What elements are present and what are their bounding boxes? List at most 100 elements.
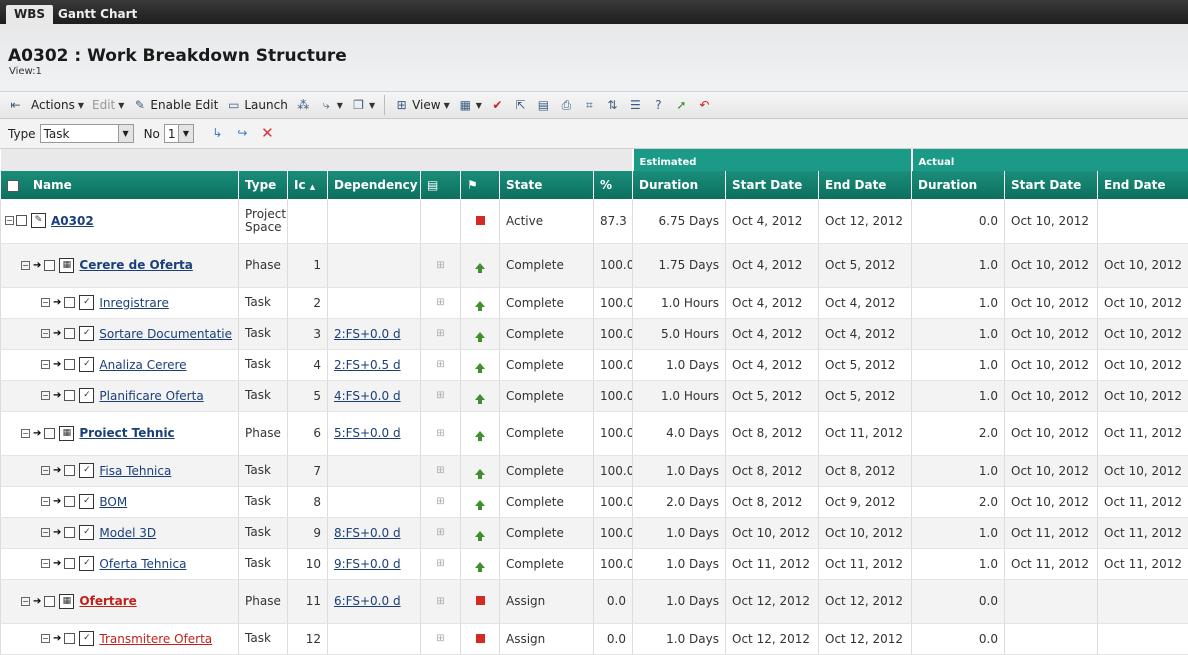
row-checkbox[interactable] bbox=[44, 596, 55, 607]
type-select[interactable]: Task▼ bbox=[40, 124, 134, 143]
document-icon[interactable]: ⊞ bbox=[436, 596, 444, 607]
row-dependency-link[interactable]: 9:FS+0.0 d bbox=[334, 557, 401, 571]
collapse-icon[interactable]: − bbox=[41, 634, 50, 643]
row-name-link[interactable]: A0302 bbox=[51, 214, 94, 228]
table-row[interactable]: −➔✓Fisa TehnicaTask7⊞Complete100.01.0 Da… bbox=[1, 455, 1188, 486]
table-row[interactable]: −➔✓Model 3DTask98:FS+0.0 d⊞Complete100.0… bbox=[1, 517, 1188, 548]
link-button[interactable]: ⤷▼ bbox=[317, 94, 345, 116]
no-select[interactable]: 1▼ bbox=[164, 124, 194, 143]
table-button[interactable]: ▦▼ bbox=[456, 94, 484, 116]
collapse-icon[interactable]: − bbox=[21, 597, 30, 606]
table-row[interactable]: −➔✓Planificare OfertaTask54:FS+0.0 d⊞Com… bbox=[1, 380, 1188, 411]
col-type[interactable]: Type bbox=[239, 171, 288, 199]
collapse-icon[interactable]: − bbox=[41, 329, 50, 338]
collapse-icon[interactable]: − bbox=[41, 360, 50, 369]
list-button[interactable]: ☰ bbox=[626, 94, 645, 116]
check-button[interactable]: ✔ bbox=[488, 94, 507, 116]
row-checkbox[interactable] bbox=[64, 496, 75, 507]
table-row[interactable]: −➔✓Analiza CerereTask42:FS+0.5 d⊞Complet… bbox=[1, 349, 1188, 380]
insert-icon[interactable]: ↪ bbox=[235, 126, 250, 141]
document-icon[interactable]: ⊞ bbox=[436, 527, 444, 538]
row-name-link[interactable]: Transmitere Oferta bbox=[99, 632, 212, 646]
document-icon[interactable]: ⊞ bbox=[436, 359, 444, 370]
row-dependency-link[interactable]: 2:FS+0.0 d bbox=[334, 327, 401, 341]
view-menu[interactable]: ⊞View▼ bbox=[392, 94, 452, 116]
table-row[interactable]: −➔▦OfertarePhase116:FS+0.0 d⊞Assign0.01.… bbox=[1, 579, 1188, 623]
row-name-link[interactable]: Oferta Tehnica bbox=[99, 557, 186, 571]
help-button[interactable]: ? bbox=[649, 94, 668, 116]
print-button[interactable]: ⎙ bbox=[557, 94, 576, 116]
launch-button[interactable]: ▭Launch bbox=[224, 94, 289, 116]
edit-menu[interactable]: Edit▼ bbox=[90, 94, 126, 116]
collapse-icon[interactable]: − bbox=[41, 528, 50, 537]
forward-button[interactable]: ➚ bbox=[672, 94, 691, 116]
delete-icon[interactable]: ✕ bbox=[260, 126, 275, 141]
row-dependency-link[interactable]: 8:FS+0.0 d bbox=[334, 526, 401, 540]
row-checkbox[interactable] bbox=[64, 390, 75, 401]
table-row[interactable]: −➔✓Transmitere OfertaTask12⊞Assign0.01.0… bbox=[1, 623, 1188, 654]
row-checkbox[interactable] bbox=[44, 428, 55, 439]
tab-wbs[interactable]: WBS bbox=[6, 5, 53, 24]
collapse-icon[interactable]: − bbox=[21, 429, 30, 438]
url-button[interactable]: ⌗ bbox=[580, 94, 599, 116]
row-dependency-link[interactable]: 2:FS+0.5 d bbox=[334, 358, 401, 372]
table-row[interactable]: −➔✓Sortare DocumentatieTask32:FS+0.0 d⊞C… bbox=[1, 318, 1188, 349]
collapse-icon[interactable]: − bbox=[41, 298, 50, 307]
collapse-icon[interactable]: − bbox=[41, 559, 50, 568]
col-percent[interactable]: % bbox=[594, 171, 633, 199]
enable-edit-button[interactable]: ✎Enable Edit bbox=[130, 94, 220, 116]
row-checkbox[interactable] bbox=[64, 465, 75, 476]
col-est-end[interactable]: End Date bbox=[819, 171, 912, 199]
row-name-link[interactable]: Sortare Documentatie bbox=[99, 327, 232, 341]
row-name-link[interactable]: Planificare Oferta bbox=[99, 389, 203, 403]
copy-button[interactable]: ❐▼ bbox=[349, 94, 377, 116]
row-dependency-link[interactable]: 6:FS+0.0 d bbox=[334, 594, 401, 608]
collapse-icon[interactable]: − bbox=[21, 261, 30, 270]
document-icon[interactable]: ⊞ bbox=[436, 390, 444, 401]
document-icon[interactable]: ⊞ bbox=[436, 328, 444, 339]
row-name-link[interactable]: Analiza Cerere bbox=[99, 358, 186, 372]
undo-button[interactable]: ↶ bbox=[695, 94, 714, 116]
document-icon[interactable]: ⊞ bbox=[436, 633, 444, 644]
filter-button[interactable]: ▤ bbox=[534, 94, 553, 116]
table-row[interactable]: −➔✓InregistrareTask2⊞Complete100.01.0 Ho… bbox=[1, 287, 1188, 318]
col-document[interactable]: ▤ bbox=[421, 171, 461, 199]
document-icon[interactable]: ⊞ bbox=[436, 297, 444, 308]
row-checkbox[interactable] bbox=[64, 328, 75, 339]
document-icon[interactable]: ⊞ bbox=[436, 496, 444, 507]
row-name-link[interactable]: Fisa Tehnica bbox=[99, 464, 171, 478]
table-row[interactable]: −➔✓BOMTask8⊞Complete100.02.0 DaysOct 8, … bbox=[1, 486, 1188, 517]
row-checkbox[interactable] bbox=[16, 215, 27, 226]
document-icon[interactable]: ⊞ bbox=[436, 465, 444, 476]
row-name-link[interactable]: Model 3D bbox=[99, 526, 156, 540]
row-checkbox[interactable] bbox=[64, 359, 75, 370]
back-button[interactable]: ⇤ bbox=[6, 94, 25, 116]
col-name[interactable]: Name bbox=[1, 171, 239, 199]
col-act-duration[interactable]: Duration bbox=[912, 171, 1005, 199]
row-name-link[interactable]: Ofertare bbox=[79, 594, 136, 608]
insert-after-icon[interactable]: ↳ bbox=[210, 126, 225, 141]
table-row[interactable]: −➔▦Cerere de OfertaPhase1⊞Complete100.01… bbox=[1, 243, 1188, 287]
row-name-link[interactable]: Proiect Tehnic bbox=[79, 426, 174, 440]
col-id[interactable]: Ic ▲ bbox=[288, 171, 328, 199]
col-act-end[interactable]: End Date bbox=[1098, 171, 1188, 199]
sort-button[interactable]: ⇅ bbox=[603, 94, 622, 116]
row-name-link[interactable]: Inregistrare bbox=[99, 296, 168, 310]
document-icon[interactable]: ⊞ bbox=[436, 428, 444, 439]
collapse-icon[interactable]: − bbox=[5, 216, 14, 225]
col-est-start[interactable]: Start Date bbox=[726, 171, 819, 199]
col-state[interactable]: State bbox=[500, 171, 594, 199]
col-dependency[interactable]: Dependency bbox=[328, 171, 421, 199]
row-name-link[interactable]: Cerere de Oferta bbox=[79, 258, 192, 272]
document-icon[interactable]: ⊞ bbox=[436, 260, 444, 271]
row-dependency-link[interactable]: 4:FS+0.0 d bbox=[334, 389, 401, 403]
actions-menu[interactable]: Actions▼ bbox=[29, 94, 86, 116]
hierarchy-button[interactable]: ⁂ bbox=[294, 94, 313, 116]
collapse-icon[interactable]: − bbox=[41, 466, 50, 475]
table-row[interactable]: −✎A0302Project SpaceActive87.36.75 DaysO… bbox=[1, 199, 1188, 243]
col-est-duration[interactable]: Duration bbox=[633, 171, 726, 199]
tab-gantt-chart[interactable]: Gantt Chart bbox=[50, 5, 145, 24]
table-row[interactable]: −➔✓Oferta TehnicaTask109:FS+0.0 d⊞Comple… bbox=[1, 548, 1188, 579]
row-checkbox[interactable] bbox=[44, 260, 55, 271]
select-all-checkbox[interactable] bbox=[7, 180, 19, 192]
